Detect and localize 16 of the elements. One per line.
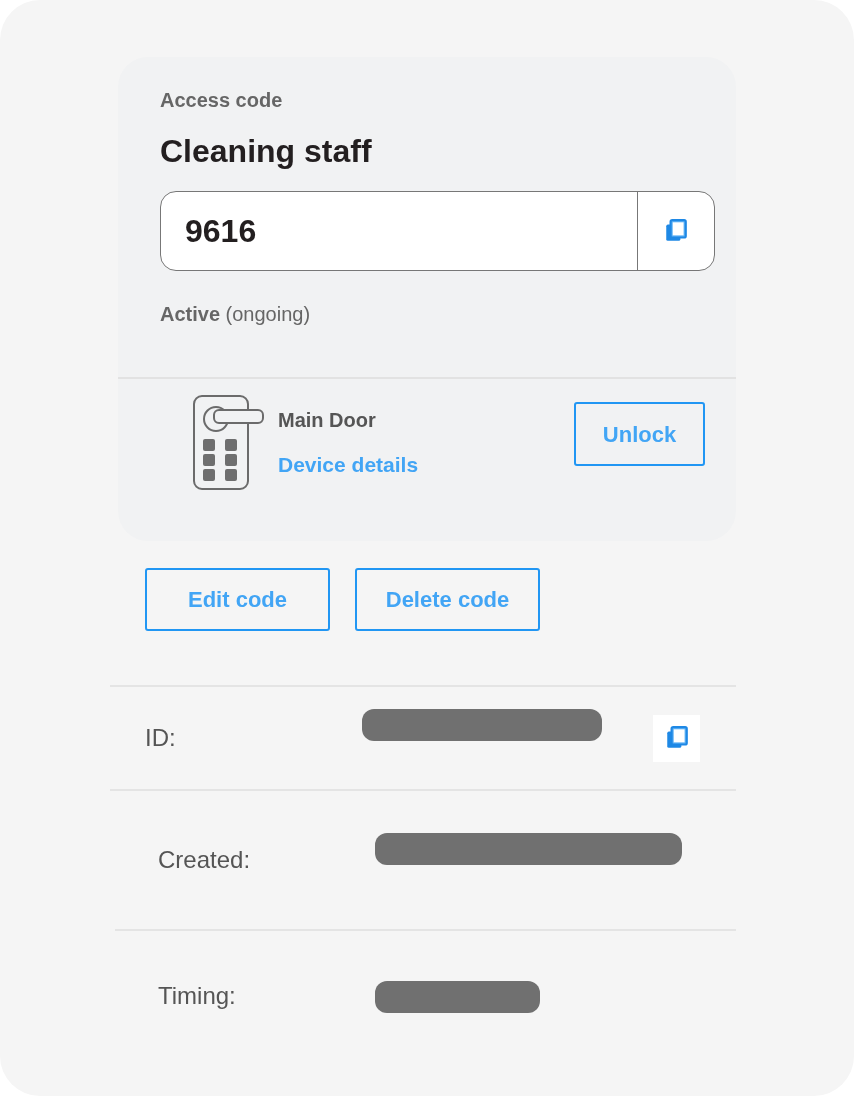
card-title: Cleaning staff — [160, 132, 373, 171]
device-name: Main Door — [278, 408, 377, 434]
unlock-button[interactable]: Unlock — [574, 402, 705, 466]
delete-button[interactable]: Delete code — [355, 568, 540, 631]
edit-button[interactable]: Edit code — [145, 568, 330, 631]
copy-button[interactable] — [653, 714, 700, 762]
copy-icon — [663, 218, 689, 244]
status-text: Active (ongoing) — [160, 302, 312, 327]
card-eyebrow: Access code — [160, 88, 284, 113]
detail-label: Timing: — [158, 981, 237, 1011]
door-lock-icon — [192, 395, 264, 491]
device-details-link[interactable]: Device details — [278, 449, 419, 481]
code-field[interactable]: 9616 — [160, 191, 715, 271]
code-input[interactable]: 9616 — [161, 207, 637, 255]
detail-label: ID: — [145, 723, 177, 753]
detail-label: Created: — [158, 845, 252, 875]
